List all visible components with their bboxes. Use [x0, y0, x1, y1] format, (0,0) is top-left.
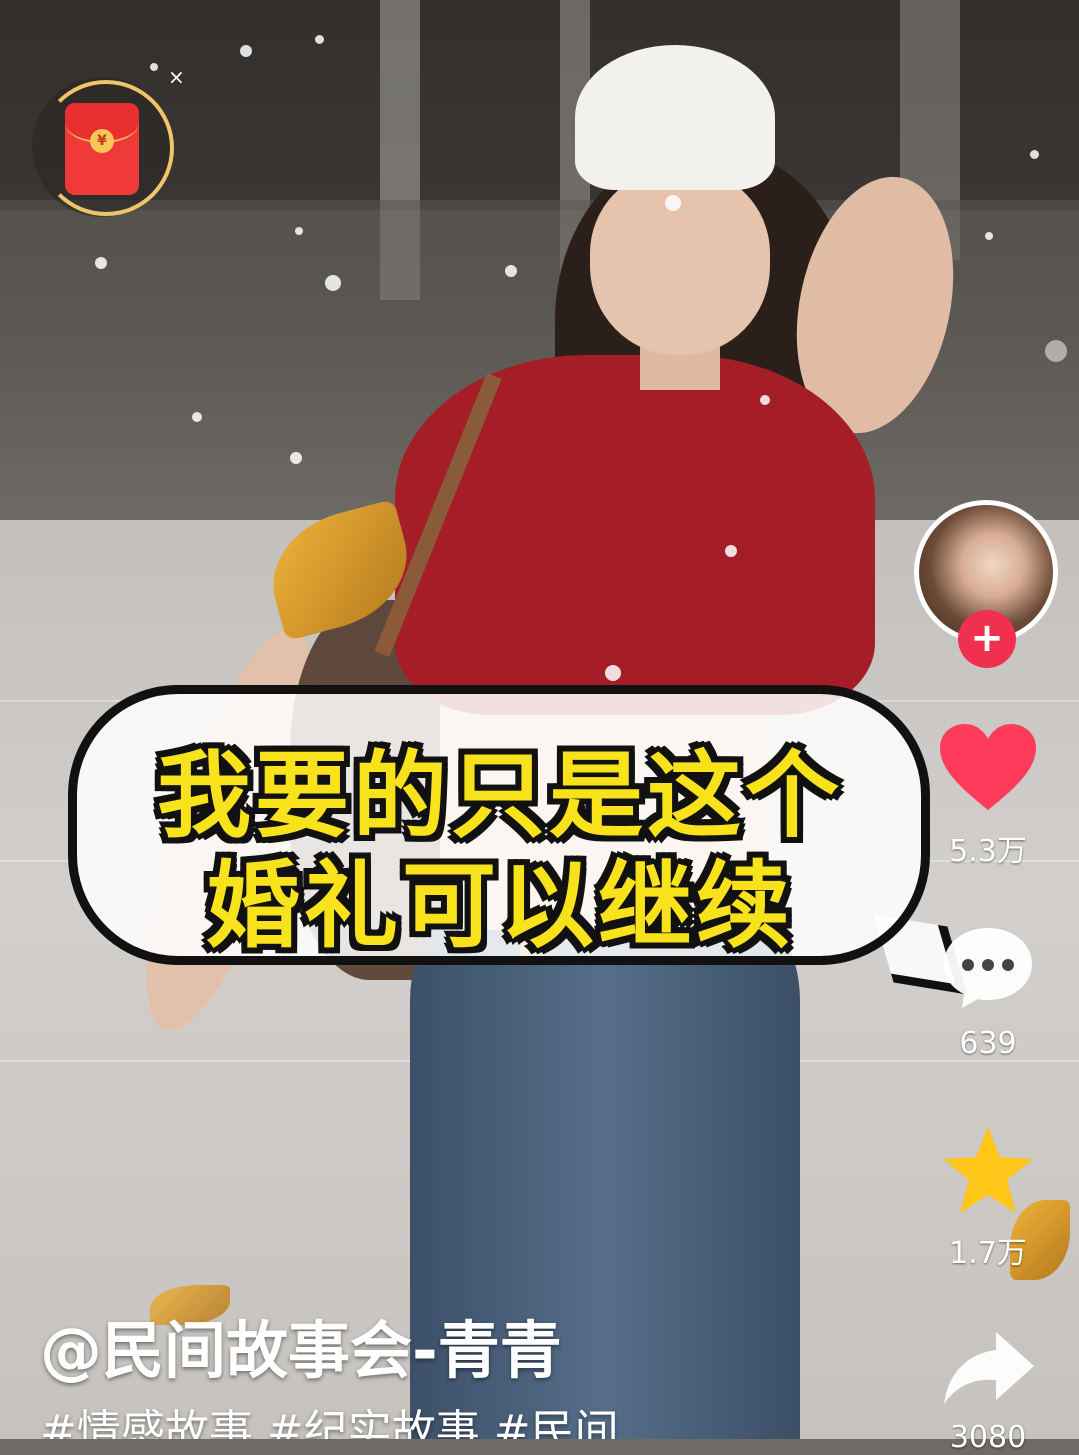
yuan-coin-icon: ¥ — [90, 129, 114, 153]
follow-button[interactable]: + — [958, 610, 1016, 668]
caption-line-2: 婚礼可以继续 — [205, 852, 794, 961]
favorite-star-icon[interactable] — [940, 1124, 1036, 1216]
share-arrow-icon[interactable] — [940, 1328, 1036, 1408]
hashtags[interactable]: #情感故事 #纪实故事 #民间 — [40, 1395, 800, 1439]
comment-count: 639 — [959, 1026, 1017, 1061]
like-heart-icon[interactable] — [938, 722, 1038, 814]
author-name[interactable]: @民间故事会-青青 — [40, 1300, 562, 1390]
red-packet-widget[interactable]: ¥ × — [30, 65, 185, 225]
red-envelope-icon: ¥ — [65, 103, 139, 195]
favorite-count: 1.7万 — [949, 1236, 1027, 1271]
share-count: 3080 — [949, 1420, 1027, 1455]
like-count: 5.3万 — [949, 834, 1027, 869]
comment-icon[interactable] — [940, 924, 1036, 1010]
red-packet-close-icon[interactable]: × — [168, 65, 185, 89]
